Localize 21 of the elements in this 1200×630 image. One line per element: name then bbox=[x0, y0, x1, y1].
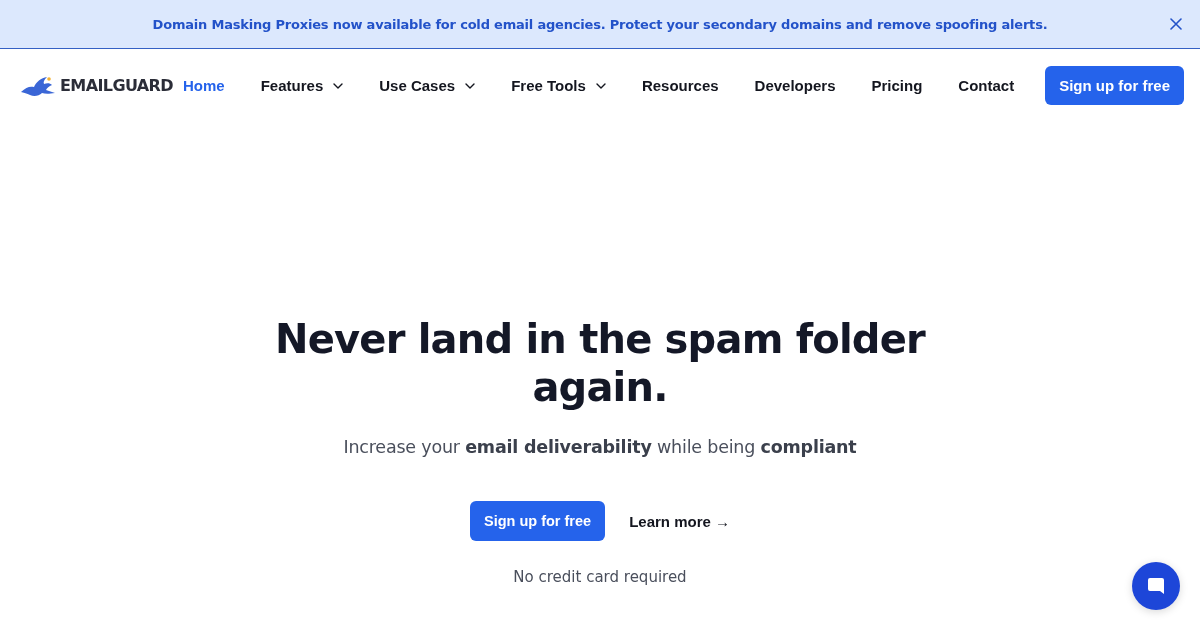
chat-bubble-icon bbox=[1146, 576, 1166, 596]
bird-logo-icon bbox=[20, 74, 56, 97]
close-button[interactable] bbox=[1168, 16, 1184, 32]
logo-wordmark[interactable]: EMAILGUARD bbox=[60, 74, 173, 97]
close-icon bbox=[1170, 18, 1182, 30]
nav-link[interactable]: Use Cases bbox=[379, 77, 476, 94]
signup-button[interactable]: Sign up for free bbox=[1045, 66, 1184, 105]
nav-link[interactable]: Pricing bbox=[871, 77, 923, 94]
chat-button[interactable] bbox=[1132, 562, 1180, 610]
no-credit-card-note: No credit card required bbox=[513, 567, 687, 588]
announcement-text: Domain Masking Proxies now available for cold email agencies. Protect your secondary domains and remove spoofing alerts. bbox=[152, 16, 1048, 32]
nav-link[interactable]: Contact bbox=[958, 77, 1015, 94]
nav-link[interactable]: Developers bbox=[754, 77, 836, 94]
learn-more-link[interactable]: Learn more → bbox=[629, 512, 730, 530]
nav-link[interactable]: Home bbox=[183, 77, 225, 94]
hero-subtitle: Increase your email deliverability while being compliant bbox=[343, 436, 857, 459]
nav-link[interactable]: Resources bbox=[641, 77, 719, 94]
signup-button[interactable]: Sign up for free bbox=[470, 501, 606, 541]
hero-title: Never land in the spam folder again. bbox=[274, 315, 927, 411]
nav-link[interactable]: Features bbox=[260, 77, 344, 94]
nav-link[interactable]: Free Tools bbox=[511, 77, 606, 94]
